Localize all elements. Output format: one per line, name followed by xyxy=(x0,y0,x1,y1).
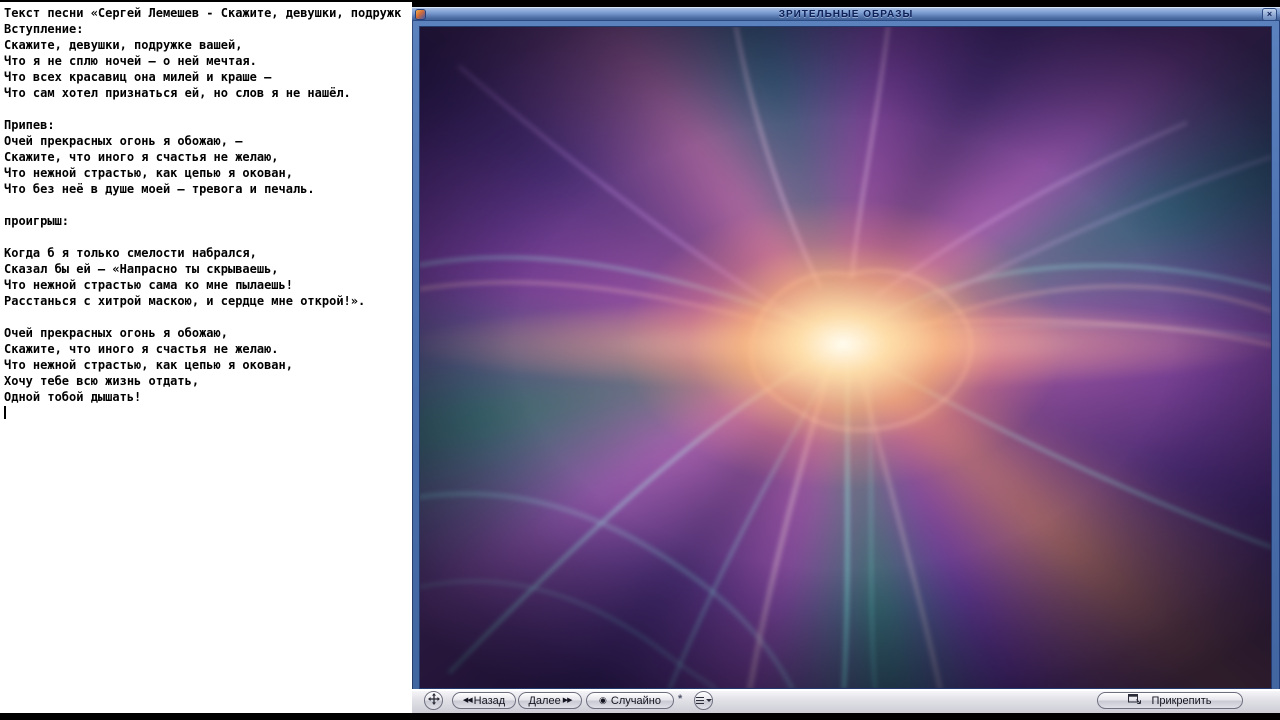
back-icon: ◀◀ xyxy=(462,697,473,704)
close-button[interactable]: × xyxy=(1263,8,1276,20)
lyric-line xyxy=(4,229,412,245)
next-label: Далее xyxy=(528,694,561,707)
lyric-line: Очей прекрасных огонь я обожаю, – xyxy=(4,134,243,148)
lyric-line: Одной тобой дышать! xyxy=(4,390,142,404)
lyric-line: Вступление: xyxy=(4,22,84,36)
lyric-line: Что я не сплю ночей – о ней мечтая. xyxy=(4,54,257,68)
next-button[interactable]: Далее ▶▶ xyxy=(518,692,582,709)
lyric-line: Что без неё в душе моей – тревога и печа… xyxy=(4,182,315,196)
random-icon: ◉ xyxy=(599,695,607,705)
lyric-line: Что нежной страстью, как цепью я окован, xyxy=(4,166,293,180)
sparkle-icon: * xyxy=(678,693,683,705)
lyric-line: Сказал бы ей – «Напрасно ты скрываешь, xyxy=(4,262,279,276)
lyric-line: Что сам хотел признаться ей, но слов я н… xyxy=(4,86,351,100)
lyric-line: Скажите, девушки, подружке вашей, xyxy=(4,38,243,52)
window-title: ЗРИТЕЛЬНЫЕ ОБРАЗЫ xyxy=(778,8,914,20)
pin-label: Прикрепить xyxy=(1151,694,1212,707)
back-label: Назад xyxy=(473,694,506,707)
lyrics-lines: Текст песни «Сергей Лемешев - Скажите, д… xyxy=(0,2,412,405)
lyric-line: Припев: xyxy=(4,118,55,132)
viz-vignette-layer xyxy=(420,27,1271,688)
pin-button[interactable]: Прикрепить xyxy=(1097,692,1243,709)
visualization-canvas[interactable] xyxy=(420,27,1271,688)
lyric-line: Что всех красавиц она милей и краше – xyxy=(4,70,272,84)
lyrics-pane[interactable]: Текст песни «Сергей Лемешев - Скажите, д… xyxy=(0,2,412,713)
chevron-down-icon xyxy=(705,699,712,702)
lyric-line xyxy=(4,101,412,117)
screen: Текст песни «Сергей Лемешев - Скажите, д… xyxy=(0,0,1280,720)
next-icon: ▶▶ xyxy=(562,697,573,704)
random-label: Случайно xyxy=(610,694,661,707)
lyric-line: Скажите, что иного я счастья не желаю. xyxy=(4,342,279,356)
control-bar: ◀◀ Назад Далее ▶▶ ◉ Случайно * Прикрепит… xyxy=(412,689,1280,713)
pin-icon xyxy=(1128,693,1142,708)
lyric-line: Хочу тебе всю жизнь отдать, xyxy=(4,374,200,388)
lyric-line xyxy=(4,309,412,325)
lyric-line: Что нежной страстью сама ко мне пылаешь! xyxy=(4,278,293,292)
list-icon xyxy=(695,695,704,706)
lyric-line: Что нежной страстью, как цепью я окован, xyxy=(4,358,293,372)
lyric-line xyxy=(4,197,412,213)
presets-menu-button[interactable] xyxy=(694,691,713,710)
lyric-line: Когда б я только смелости набрался, xyxy=(4,246,257,260)
resize-button[interactable] xyxy=(424,691,443,710)
lyric-line: проигрыш: xyxy=(4,214,70,228)
text-cursor xyxy=(4,406,6,419)
title-bar[interactable]: ЗРИТЕЛЬНЫЕ ОБРАЗЫ × xyxy=(412,7,1280,21)
visualization-window: ЗРИТЕЛЬНЫЕ ОБРАЗЫ × ◀◀ Назад Далее ▶▶ ◉ … xyxy=(412,7,1280,713)
lyric-line: Текст песни «Сергей Лемешев - Скажите, д… xyxy=(4,6,402,20)
move-icon xyxy=(427,693,440,708)
lyric-line: Расстанься с хитрой маскою, и сердце мне… xyxy=(4,294,366,308)
lyric-line: Скажите, что иного я счастья не желаю, xyxy=(4,150,279,164)
back-button[interactable]: ◀◀ Назад xyxy=(452,692,516,709)
random-button[interactable]: ◉ Случайно xyxy=(586,692,674,709)
lyric-line: Очей прекрасных огонь я обожаю, xyxy=(4,326,228,340)
